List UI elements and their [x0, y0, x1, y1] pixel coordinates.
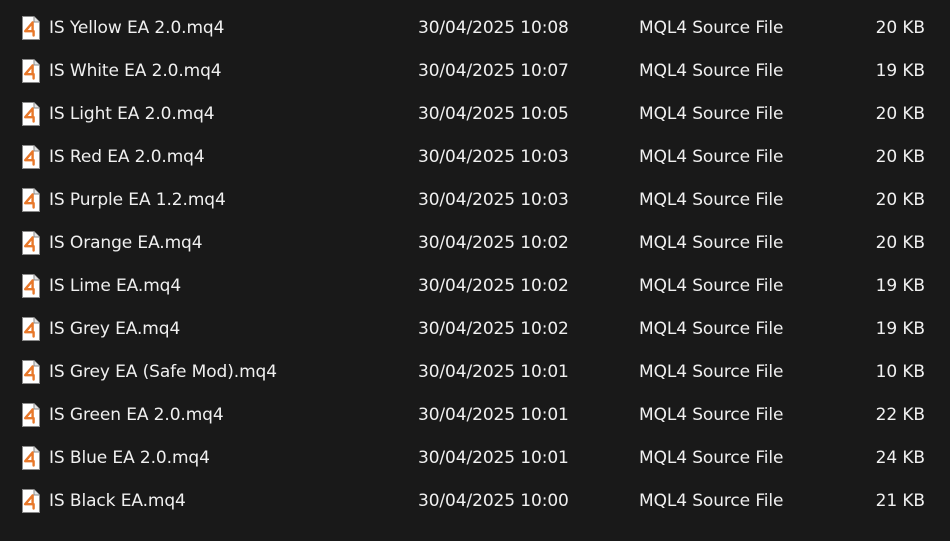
file-date-modified: 30/04/2025 10:03 — [418, 147, 569, 167]
file-name[interactable]: IS Red EA 2.0.mq4 — [49, 136, 205, 179]
mq4-file-icon — [22, 16, 40, 40]
file-type: MQL4 Source File — [639, 61, 784, 81]
file-row[interactable]: IS Purple EA 1.2.mq4 30/04/2025 10:03 MQ… — [0, 179, 950, 222]
mq4-file-icon — [22, 274, 40, 298]
file-type: MQL4 Source File — [639, 362, 784, 382]
file-size: 20 KB — [875, 18, 925, 38]
file-name[interactable]: IS Orange EA.mq4 — [49, 222, 203, 265]
file-name[interactable]: IS Lime EA.mq4 — [49, 265, 181, 308]
file-date-modified: 30/04/2025 10:01 — [418, 448, 569, 468]
file-size: 21 KB — [875, 491, 925, 511]
mq4-file-icon — [22, 188, 40, 212]
file-date-modified: 30/04/2025 10:08 — [418, 18, 569, 38]
file-date-modified: 30/04/2025 10:01 — [418, 362, 569, 382]
file-size: 20 KB — [875, 233, 925, 253]
file-name[interactable]: IS Light EA 2.0.mq4 — [49, 93, 215, 136]
mq4-file-icon — [22, 145, 40, 169]
mq4-file-icon — [22, 403, 40, 427]
file-size: 24 KB — [875, 448, 925, 468]
file-date-modified: 30/04/2025 10:05 — [418, 104, 569, 124]
file-date-modified: 30/04/2025 10:02 — [418, 233, 569, 253]
mq4-file-icon — [22, 317, 40, 341]
file-type: MQL4 Source File — [639, 104, 784, 124]
file-type: MQL4 Source File — [639, 18, 784, 38]
file-row[interactable]: IS Black EA.mq4 30/04/2025 10:00 MQL4 So… — [0, 480, 950, 523]
file-type: MQL4 Source File — [639, 190, 784, 210]
file-name[interactable]: IS Black EA.mq4 — [49, 480, 186, 523]
mq4-file-icon — [22, 59, 40, 83]
file-size: 20 KB — [875, 104, 925, 124]
file-type: MQL4 Source File — [639, 319, 784, 339]
mq4-file-icon — [22, 446, 40, 470]
file-type: MQL4 Source File — [639, 405, 784, 425]
file-name[interactable]: IS Grey EA.mq4 — [49, 308, 180, 351]
file-date-modified: 30/04/2025 10:01 — [418, 405, 569, 425]
file-row[interactable]: IS Grey EA.mq4 30/04/2025 10:02 MQL4 Sou… — [0, 308, 950, 351]
file-date-modified: 30/04/2025 10:02 — [418, 276, 569, 296]
file-size: 22 KB — [875, 405, 925, 425]
file-type: MQL4 Source File — [639, 233, 784, 253]
mq4-file-icon — [22, 102, 40, 126]
file-row[interactable]: IS Blue EA 2.0.mq4 30/04/2025 10:01 MQL4… — [0, 437, 950, 480]
file-size: 19 KB — [875, 276, 925, 296]
file-row[interactable]: IS Green EA 2.0.mq4 30/04/2025 10:01 MQL… — [0, 394, 950, 437]
mq4-file-icon — [22, 231, 40, 255]
file-type: MQL4 Source File — [639, 276, 784, 296]
file-row[interactable]: IS Grey EA (Safe Mod).mq4 30/04/2025 10:… — [0, 351, 950, 394]
file-size: 20 KB — [875, 147, 925, 167]
file-name[interactable]: IS Purple EA 1.2.mq4 — [49, 179, 226, 222]
file-type: MQL4 Source File — [639, 147, 784, 167]
file-name[interactable]: IS Green EA 2.0.mq4 — [49, 394, 224, 437]
file-row[interactable]: IS Red EA 2.0.mq4 30/04/2025 10:03 MQL4 … — [0, 136, 950, 179]
file-size: 19 KB — [875, 61, 925, 81]
file-row[interactable]: IS Lime EA.mq4 30/04/2025 10:02 MQL4 Sou… — [0, 265, 950, 308]
file-date-modified: 30/04/2025 10:03 — [418, 190, 569, 210]
file-type: MQL4 Source File — [639, 491, 784, 511]
file-type: MQL4 Source File — [639, 448, 784, 468]
file-row[interactable]: IS White EA 2.0.mq4 30/04/2025 10:07 MQL… — [0, 50, 950, 93]
file-size: 10 KB — [875, 362, 925, 382]
file-row[interactable]: IS Orange EA.mq4 30/04/2025 10:02 MQL4 S… — [0, 222, 950, 265]
file-date-modified: 30/04/2025 10:02 — [418, 319, 569, 339]
mq4-file-icon — [22, 360, 40, 384]
file-size: 20 KB — [875, 190, 925, 210]
file-name[interactable]: IS Blue EA 2.0.mq4 — [49, 437, 210, 480]
file-name[interactable]: IS White EA 2.0.mq4 — [49, 50, 222, 93]
file-row[interactable]: IS Yellow EA 2.0.mq4 30/04/2025 10:08 MQ… — [0, 7, 950, 50]
file-row[interactable]: IS Light EA 2.0.mq4 30/04/2025 10:05 MQL… — [0, 93, 950, 136]
mq4-file-icon — [22, 489, 40, 513]
file-name[interactable]: IS Yellow EA 2.0.mq4 — [49, 7, 224, 50]
file-name[interactable]: IS Grey EA (Safe Mod).mq4 — [49, 351, 277, 394]
file-date-modified: 30/04/2025 10:07 — [418, 61, 569, 81]
file-size: 19 KB — [875, 319, 925, 339]
file-date-modified: 30/04/2025 10:00 — [418, 491, 569, 511]
file-list: IS Yellow EA 2.0.mq4 30/04/2025 10:08 MQ… — [0, 7, 950, 523]
